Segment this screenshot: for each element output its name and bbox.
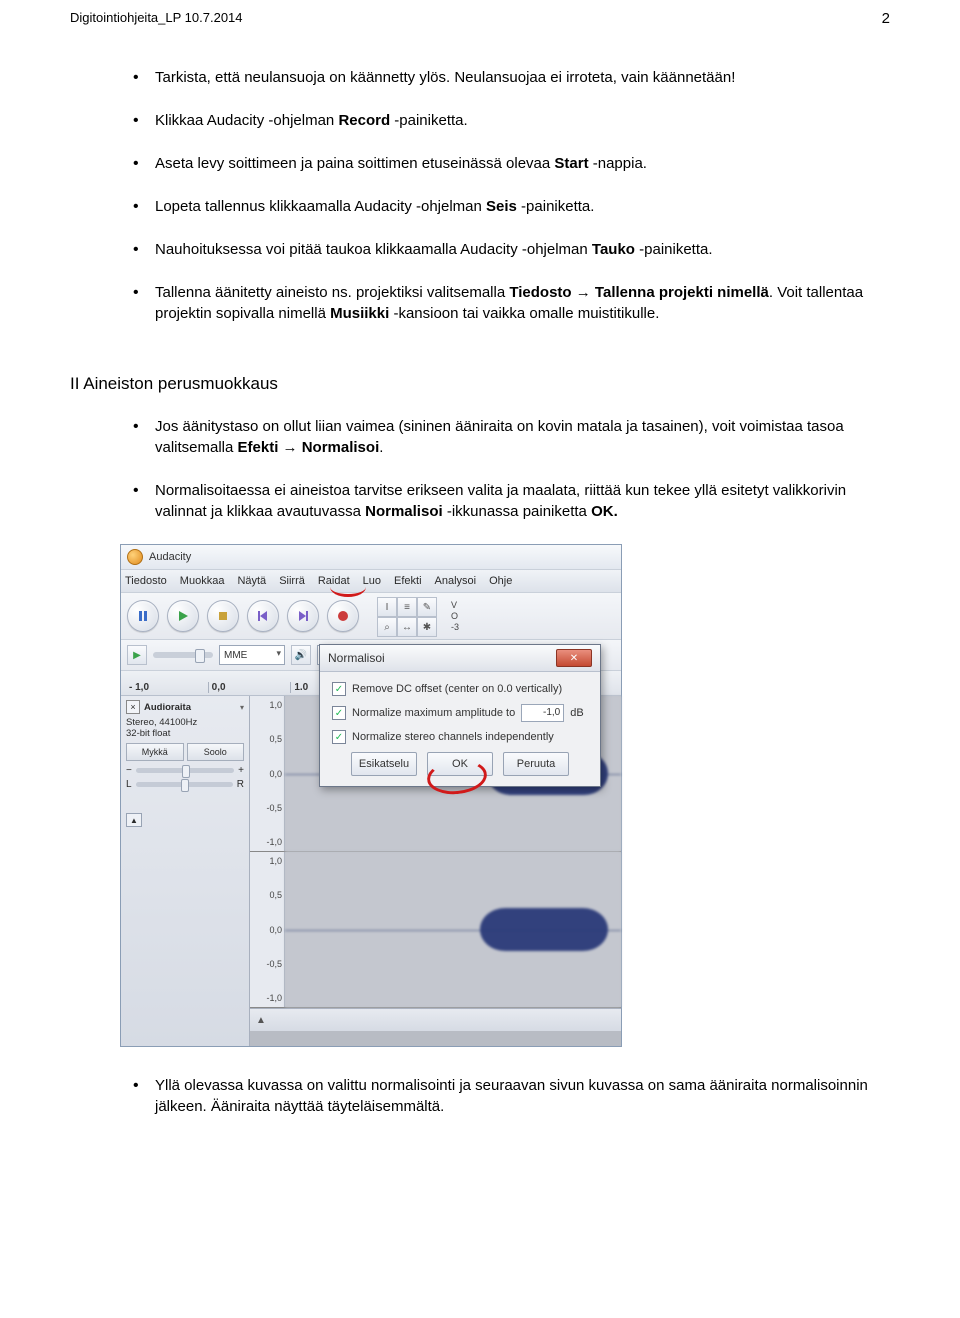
- collapse-track-button[interactable]: ▲: [126, 813, 142, 827]
- play-button[interactable]: [167, 600, 199, 632]
- track-area: × Audioraita ▾ Stereo, 44100Hz 32-bit fl…: [121, 696, 621, 1046]
- audacity-app-icon: [127, 549, 143, 565]
- dialog-titlebar: Normalisoi ✕: [320, 645, 600, 672]
- envelope-tool-icon[interactable]: ≡: [397, 597, 417, 617]
- bullet-neulansuoja: Tarkista, että neulansuoja on käännetty …: [155, 67, 890, 88]
- instruction-list-3: Yllä olevassa kuvassa on valittu normali…: [70, 1075, 890, 1117]
- window-titlebar: Audacity: [121, 545, 621, 570]
- waveform-channel-left: 1,0 0,5 0,0 -0,5 -1,0 Normalisoi: [250, 696, 621, 852]
- bullet-tallenna: Tallenna äänitetty aineisto ns. projekti…: [155, 282, 890, 324]
- record-button[interactable]: [327, 600, 359, 632]
- track-menu-chevron-icon[interactable]: ▾: [240, 703, 244, 712]
- host-dropdown[interactable]: MME: [219, 645, 285, 665]
- window-title: Audacity: [149, 551, 191, 563]
- track-stereo-label: Stereo, 44100Hz: [126, 717, 244, 728]
- track-format-label: 32-bit float: [126, 728, 244, 739]
- pan-slider[interactable]: [136, 782, 233, 787]
- menu-siirra[interactable]: Siirrä: [279, 575, 305, 587]
- multi-tool-icon[interactable]: ✱: [417, 617, 437, 637]
- playback-volume-slider[interactable]: [153, 652, 213, 658]
- label-stereo-independent: Normalize stereo channels independently: [352, 731, 554, 743]
- close-track-button[interactable]: ×: [126, 700, 140, 714]
- edit-tool-grid: I ≡ ✎ ⌕ ↔ ✱: [377, 597, 435, 635]
- pause-button[interactable]: [127, 600, 159, 632]
- draw-tool-icon[interactable]: ✎: [417, 597, 437, 617]
- skip-start-button[interactable]: [247, 600, 279, 632]
- instruction-list-2: Jos äänitystaso on ollut liian vaimea (s…: [70, 416, 890, 522]
- audacity-screenshot: Audacity Tiedosto Muokkaa Näytä Siirrä R…: [120, 544, 622, 1047]
- label-remove-dc: Remove DC offset (center on 0.0 vertical…: [352, 683, 562, 695]
- track-control-panel: × Audioraita ▾ Stereo, 44100Hz 32-bit fl…: [121, 696, 250, 1046]
- page-number: 2: [882, 10, 890, 27]
- bullet-start: Aseta levy soittimeen ja paina soittimen…: [155, 153, 890, 174]
- waveform-area[interactable]: 1,0 0,5 0,0 -0,5 -1,0 Normalisoi: [250, 696, 621, 1046]
- menu-luo[interactable]: Luo: [363, 575, 381, 587]
- bullet-tauko: Nauhoituksessa voi pitää taukoa klikkaam…: [155, 239, 890, 260]
- section-2-heading: II Aineiston perusmuokkaus: [70, 374, 890, 394]
- cancel-button[interactable]: Peruuta: [503, 752, 569, 776]
- ok-button[interactable]: OK: [427, 752, 493, 776]
- menu-analysoi[interactable]: Analysoi: [435, 575, 477, 587]
- menu-raidat[interactable]: Raidat: [318, 575, 350, 587]
- pan-l-label: L: [126, 779, 132, 790]
- amplitude-scale: 1,0 0,5 0,0 -0,5 -1,0: [250, 696, 285, 851]
- menu-efekti[interactable]: Efekti: [394, 575, 422, 587]
- menu-nayta[interactable]: Näytä: [237, 575, 266, 587]
- bullet-seis: Lopeta tallennus klikkaamalla Audacity -…: [155, 196, 890, 217]
- normalize-dialog: Normalisoi ✕ ✓ Remove DC offset (center …: [319, 644, 601, 787]
- ruler-tick: 0,0: [208, 682, 291, 693]
- input-normalize-db[interactable]: -1,0: [521, 704, 564, 722]
- label-normalize-amp: Normalize maximum amplitude to: [352, 707, 515, 719]
- label-db-unit: dB: [570, 707, 583, 719]
- menu-ohje[interactable]: Ohje: [489, 575, 512, 587]
- transport-toolbar: I ≡ ✎ ⌕ ↔ ✱ V O -3: [121, 593, 621, 640]
- waveform-channel-right: 1,0 0,5 0,0 -0,5 -1,0: [250, 852, 621, 1008]
- gain-slider[interactable]: [136, 768, 234, 773]
- bullet-record: Klikkaa Audacity -ohjelman Record -paini…: [155, 110, 890, 131]
- checkbox-normalize-amp[interactable]: ✓: [332, 706, 346, 720]
- doc-title: Digitointiohjeita_LP 10.7.2014: [70, 10, 243, 27]
- bullet-normalisoi-ok: Normalisoitaessa ei aineistoa tarvitse e…: [155, 480, 890, 522]
- zoom-tool-icon[interactable]: ⌕: [377, 617, 397, 637]
- dialog-close-button[interactable]: ✕: [556, 649, 592, 667]
- timeshift-tool-icon[interactable]: ↔: [397, 617, 417, 637]
- meter-labels: V O -3: [451, 600, 459, 633]
- play-small-icon[interactable]: ▶: [127, 645, 147, 665]
- gain-minus-label: −: [126, 765, 132, 776]
- solo-button[interactable]: Soolo: [187, 743, 245, 761]
- checkbox-stereo-independent[interactable]: ✓: [332, 730, 346, 744]
- collapse-arrow-icon: ▲: [256, 1015, 266, 1026]
- instruction-list-1: Tarkista, että neulansuoja on käännetty …: [70, 67, 890, 324]
- bullet-after-normalize: Yllä olevassa kuvassa on valittu normali…: [155, 1075, 890, 1117]
- preview-button[interactable]: Esikatselu: [351, 752, 417, 776]
- selection-tool-icon[interactable]: I: [377, 597, 397, 617]
- menu-bar: Tiedosto Muokkaa Näytä Siirrä Raidat Luo…: [121, 570, 621, 593]
- checkbox-remove-dc[interactable]: ✓: [332, 682, 346, 696]
- bullet-normalisoi-intro: Jos äänitystaso on ollut liian vaimea (s…: [155, 416, 890, 458]
- waveform-canvas: [285, 852, 621, 1007]
- amplitude-scale: 1,0 0,5 0,0 -0,5 -1,0: [250, 852, 285, 1007]
- menu-tiedosto[interactable]: Tiedosto: [125, 575, 167, 587]
- mute-button[interactable]: Mykkä: [126, 743, 184, 761]
- ruler-tick: - 1,0: [121, 682, 208, 693]
- stop-button[interactable]: [207, 600, 239, 632]
- speaker-icon: 🔊: [291, 645, 311, 665]
- track-collapse-bar[interactable]: ▲: [250, 1008, 621, 1031]
- menu-muokkaa[interactable]: Muokkaa: [180, 575, 225, 587]
- doc-header: Digitointiohjeita_LP 10.7.2014 2: [70, 10, 890, 27]
- gain-plus-label: +: [238, 765, 244, 776]
- skip-end-button[interactable]: [287, 600, 319, 632]
- pan-r-label: R: [237, 779, 244, 790]
- track-name: Audioraita: [144, 702, 191, 713]
- dialog-title: Normalisoi: [328, 651, 385, 665]
